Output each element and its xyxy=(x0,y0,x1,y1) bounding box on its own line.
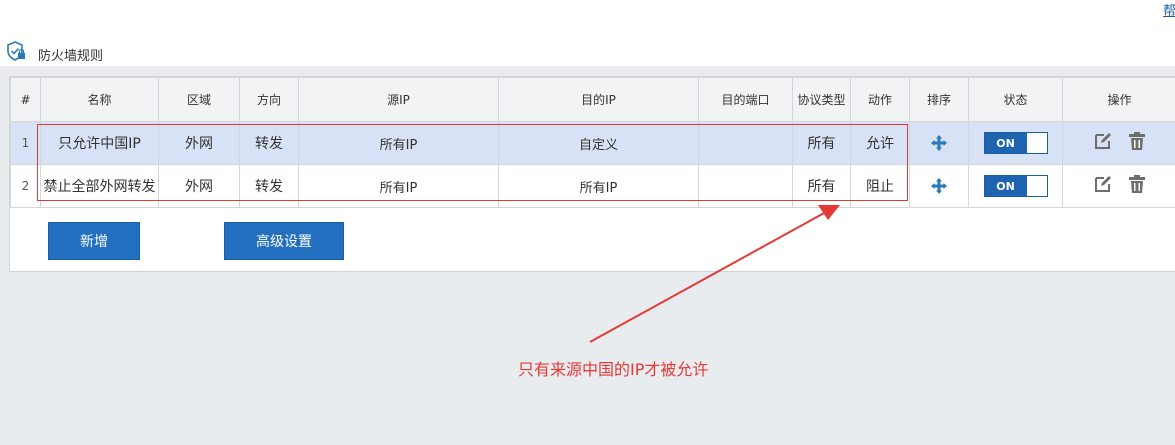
advanced-settings-button[interactable]: 高级设置 xyxy=(224,222,344,260)
cell-sort xyxy=(909,164,969,208)
toggle-label: ON xyxy=(984,133,1027,153)
column-header-protocol: 协议类型 xyxy=(792,77,851,122)
trash-icon[interactable] xyxy=(1127,174,1147,194)
top-bar: 帮助 防火墙规则 xyxy=(0,0,1175,66)
cell-direction: 转发 xyxy=(239,164,299,208)
cell-dst-ip: 所有IP xyxy=(498,164,699,208)
help-link[interactable]: 帮助 xyxy=(1163,0,1175,19)
move-arrows-icon[interactable] xyxy=(931,178,947,194)
column-header-dst-port: 目的端口 xyxy=(698,77,793,122)
column-header-zone: 区域 xyxy=(158,77,240,122)
cell-index: 2 xyxy=(10,164,41,208)
column-header-action: 动作 xyxy=(850,77,910,122)
toggle-label: ON xyxy=(984,176,1027,196)
column-header-src-ip: 源IP xyxy=(298,77,499,122)
cell-src-ip: 所有IP xyxy=(298,121,499,165)
cell-src-ip: 所有IP xyxy=(298,164,499,208)
column-header-direction: 方向 xyxy=(239,77,299,122)
status-toggle[interactable]: ON xyxy=(983,175,1048,197)
page-title: 防火墙规则 xyxy=(38,49,104,64)
column-header-name: 名称 xyxy=(40,77,159,122)
cell-sort xyxy=(909,121,969,165)
annotation-text: 只有来源中国的IP才被允许 xyxy=(518,360,709,379)
cell-name: 禁止全部外网转发 xyxy=(40,164,159,208)
rules-panel: # 名称 区域 方向 源IP 目的IP 目的端口 协议类型 动作 排序 状态 操… xyxy=(9,76,1175,272)
column-header-status: 状态 xyxy=(968,77,1063,122)
cell-direction: 转发 xyxy=(239,121,299,165)
cell-operations xyxy=(1062,164,1175,208)
cell-zone: 外网 xyxy=(158,121,240,165)
cell-protocol: 所有 xyxy=(792,121,851,165)
status-toggle[interactable]: ON xyxy=(983,132,1048,154)
table-row[interactable]: 1 只允许中国IP 外网 转发 所有IP 自定义 所有 允许 ON xyxy=(10,121,1175,165)
cell-dst-ip: 自定义 xyxy=(498,121,699,165)
edit-icon[interactable] xyxy=(1093,131,1113,151)
trash-icon[interactable] xyxy=(1127,131,1147,151)
add-rule-button[interactable]: 新增 xyxy=(48,222,140,260)
column-header-index: # xyxy=(10,77,41,122)
rules-table: # 名称 区域 方向 源IP 目的IP 目的端口 协议类型 动作 排序 状态 操… xyxy=(10,77,1175,208)
column-header-operations: 操作 xyxy=(1062,77,1175,122)
move-arrows-icon[interactable] xyxy=(931,135,947,151)
cell-protocol: 所有 xyxy=(792,164,851,208)
shield-icon xyxy=(7,41,25,61)
cell-index: 1 xyxy=(10,121,41,165)
cell-action: 阻止 xyxy=(850,164,910,208)
column-header-sort: 排序 xyxy=(909,77,969,122)
table-row[interactable]: 2 禁止全部外网转发 外网 转发 所有IP 所有IP 所有 阻止 ON xyxy=(10,164,1175,208)
cell-operations xyxy=(1062,121,1175,165)
edit-icon[interactable] xyxy=(1093,174,1113,194)
cell-status: ON xyxy=(968,121,1063,165)
cell-dst-port xyxy=(698,164,793,208)
cell-action: 允许 xyxy=(850,121,910,165)
cell-dst-port xyxy=(698,121,793,165)
cell-name: 只允许中国IP xyxy=(40,121,159,165)
column-header-dst-ip: 目的IP xyxy=(498,77,699,122)
cell-zone: 外网 xyxy=(158,164,240,208)
cell-status: ON xyxy=(968,164,1063,208)
table-header: # 名称 区域 方向 源IP 目的IP 目的端口 协议类型 动作 排序 状态 操… xyxy=(10,77,1175,122)
